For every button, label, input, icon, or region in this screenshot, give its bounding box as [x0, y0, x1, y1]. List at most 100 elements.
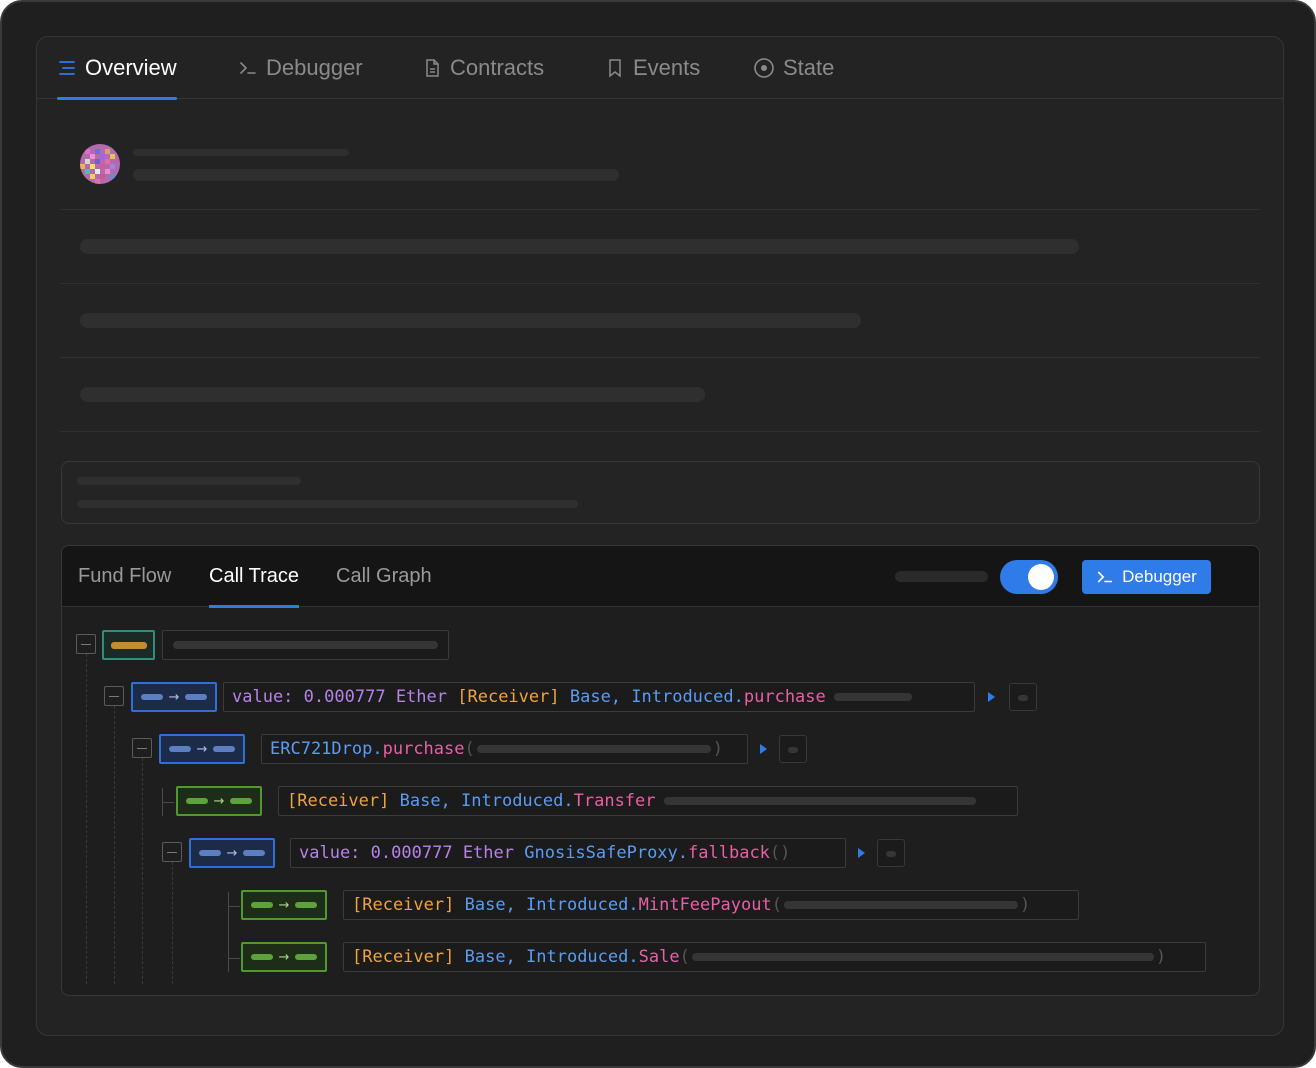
contract-name: Base, Introduced — [464, 947, 629, 967]
info-skeleton — [77, 477, 301, 485]
value-amount: 0.000777 — [370, 843, 453, 863]
tab-label: Call Trace — [209, 565, 300, 587]
call-entry[interactable]: [Receiver] Base, Introduced. Sale( ) — [343, 942, 1206, 972]
call-skeleton — [173, 641, 438, 649]
row-action-button[interactable] — [779, 735, 807, 763]
call-type-tag: → — [131, 682, 217, 712]
tab-label: Fund Flow — [78, 565, 172, 587]
open-debugger-button[interactable]: Debugger — [1082, 560, 1211, 594]
expand-play-icon[interactable] — [760, 744, 767, 754]
file-icon — [426, 59, 439, 77]
tree-connector — [228, 892, 229, 972]
receiver-tag: [Receiver] — [457, 687, 560, 707]
divider — [60, 357, 1260, 358]
trace-header: Fund Flow Call Trace Call Graph Debugger — [62, 546, 1259, 608]
value-unit: Ether — [462, 843, 514, 863]
tab-fund-flow[interactable]: Fund Flow — [78, 546, 171, 607]
tab-contracts[interactable]: Contracts — [422, 37, 544, 99]
tree-guide — [114, 706, 115, 984]
main-tabs: Overview Debugger Contracts Events State — [37, 37, 1283, 100]
dot: . — [372, 739, 383, 759]
trace-card: Fund Flow Call Trace Call Graph Debugger — [61, 545, 1260, 996]
tag-pill — [250, 954, 273, 960]
receiver-tag: [Receiver] — [287, 791, 390, 811]
tab-label: Overview — [85, 55, 177, 80]
tree-guide — [142, 758, 143, 984]
method-name: Sale — [638, 947, 680, 967]
tag-pill — [295, 954, 318, 960]
tab-label: Debugger — [266, 55, 363, 80]
dot: . — [628, 947, 639, 967]
tab-events[interactable]: Events — [605, 37, 700, 99]
tab-label: Contracts — [450, 55, 545, 80]
call-entry[interactable]: value: 0.000777 Ether [Receiver] Base, I… — [223, 682, 975, 712]
dot: . — [563, 791, 574, 811]
call-entry[interactable]: ERC721Drop. purchase( ) — [261, 734, 748, 764]
close-paren: ) — [1019, 895, 1031, 915]
call-entry[interactable]: value: 0.000777 Ether GnosisSafeProxy. fa… — [290, 838, 846, 868]
subtitle-skeleton — [133, 169, 619, 181]
arrow-icon: → — [213, 793, 225, 809]
expand-play-icon[interactable] — [988, 692, 995, 702]
contract-name: Base, Introduced — [399, 791, 564, 811]
field-skeleton — [80, 387, 705, 402]
args-skeleton — [783, 901, 1018, 909]
arrow-icon: → — [196, 741, 208, 757]
target-icon — [754, 58, 774, 78]
tab-state[interactable]: State — [753, 37, 834, 99]
avatar — [80, 144, 120, 184]
debugger-button-label: Debugger — [1122, 567, 1197, 586]
tag-pill — [230, 798, 253, 804]
row-action-button[interactable] — [1009, 683, 1037, 711]
tree-connector — [162, 802, 174, 803]
collapse-toggle[interactable] — [132, 738, 152, 758]
full-trace-toggle[interactable] — [1000, 560, 1058, 594]
value-unit: Ether — [395, 687, 447, 707]
divider — [60, 283, 1260, 284]
tab-label: Call Graph — [336, 565, 432, 587]
close-paren: ) — [712, 739, 723, 759]
method-name: Transfer — [573, 791, 656, 811]
transaction-panel: Overview Debugger Contracts Events State — [36, 36, 1284, 1036]
arrow-icon: → — [278, 897, 290, 913]
tree-guide — [86, 654, 87, 984]
tab-debugger[interactable]: Debugger — [238, 37, 363, 99]
tab-call-graph[interactable]: Call Graph — [336, 546, 432, 607]
tag-pill — [243, 850, 266, 856]
open-paren: ( — [464, 739, 475, 759]
toggle-label-skeleton — [895, 571, 988, 582]
tab-call-trace[interactable]: Call Trace — [209, 546, 300, 608]
receiver-tag: [Receiver] — [352, 947, 455, 967]
terminal-icon — [240, 62, 256, 74]
info-box — [61, 461, 1260, 524]
args-skeleton — [476, 745, 711, 753]
tree-connector — [228, 906, 240, 907]
receiver-tag: [Receiver] — [352, 895, 455, 915]
tag-pill — [185, 694, 208, 700]
collapse-toggle[interactable] — [104, 686, 124, 706]
divider — [60, 431, 1260, 432]
event-tag: → — [176, 786, 262, 816]
args-skeleton — [691, 953, 1154, 961]
collapse-toggle[interactable] — [76, 634, 96, 654]
tree-connector — [162, 788, 163, 816]
collapse-toggle[interactable] — [162, 842, 182, 862]
field-skeleton — [80, 313, 861, 328]
call-entry[interactable]: [Receiver] Base, Introduced. Transfer — [278, 786, 1018, 816]
tag-pill — [198, 850, 221, 856]
tag-pill — [250, 902, 273, 908]
close-paren: ) — [1155, 947, 1167, 967]
call-type-tag: → — [189, 838, 275, 868]
call-type-tag — [102, 630, 155, 660]
list-icon — [59, 61, 75, 75]
arrow-icon: → — [226, 845, 238, 861]
open-paren: ( — [679, 947, 690, 967]
call-entry[interactable] — [162, 630, 449, 660]
arrow-icon: → — [168, 689, 180, 705]
call-type-tag: → — [159, 734, 245, 764]
tab-overview[interactable]: Overview — [57, 37, 177, 100]
call-entry[interactable]: [Receiver] Base, Introduced. MintFeePayou… — [343, 890, 1079, 920]
expand-play-icon[interactable] — [858, 848, 865, 858]
row-action-button[interactable] — [877, 839, 905, 867]
value-label: value: — [299, 843, 361, 863]
